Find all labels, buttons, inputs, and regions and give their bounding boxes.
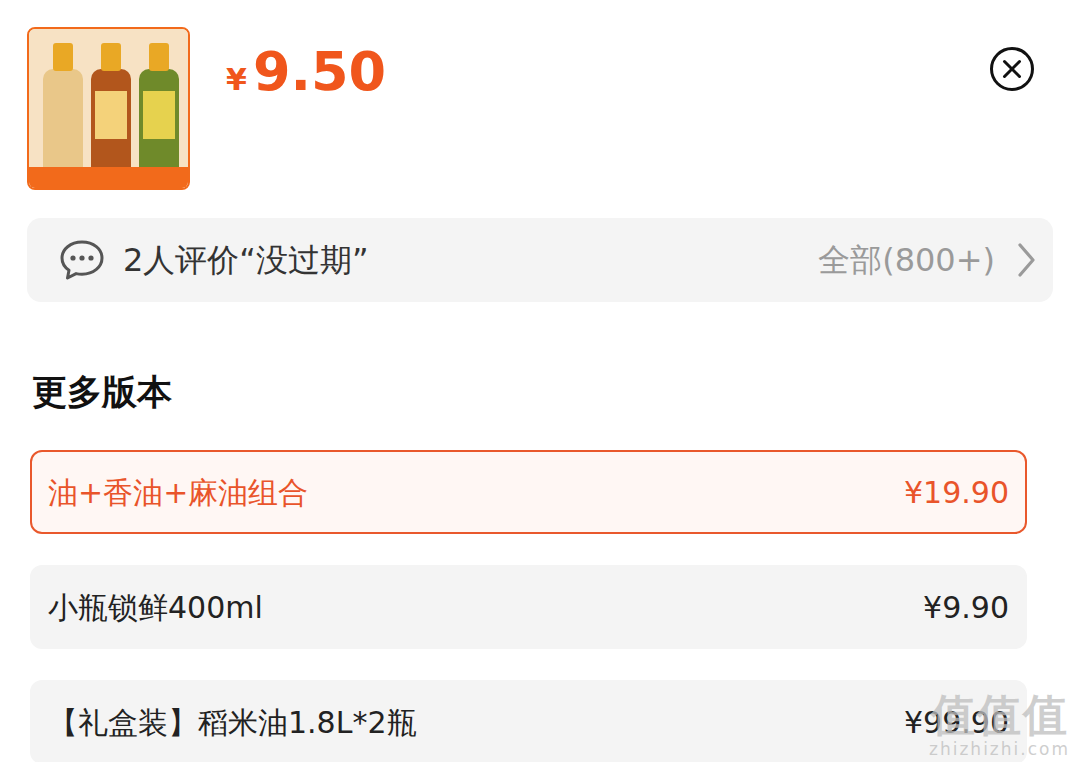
review-summary: 2人评价“没过期” <box>123 236 369 284</box>
version-price: ¥19.90 <box>904 470 1009 515</box>
watermark: 值值值 zhizhizhi.com <box>929 693 1070 758</box>
version-option[interactable]: 【礼盒装】稻米油1.8L*2瓶 ¥99.90 <box>30 680 1027 762</box>
chat-bubble-icon <box>59 239 105 281</box>
product-price: ¥9.50 <box>226 45 386 99</box>
all-reviews-link[interactable]: 全部(800+) <box>818 236 995 284</box>
version-price: ¥99.90 <box>904 700 1009 745</box>
review-bar[interactable]: 2人评价“没过期” 全部(800+) <box>27 218 1053 302</box>
chevron-right-icon[interactable] <box>1013 240 1039 280</box>
version-label: 油+香油+麻油组合 <box>48 470 308 515</box>
version-label: 【礼盒装】稻米油1.8L*2瓶 <box>48 700 417 745</box>
product-header: ¥9.50 <box>0 0 1080 190</box>
price-amount: 9.50 <box>253 40 386 103</box>
version-option[interactable]: 油+香油+麻油组合 ¥19.90 <box>30 450 1027 534</box>
watermark-logo: 值值值 <box>929 693 1070 737</box>
version-option[interactable]: 小瓶锁鲜400ml ¥9.90 <box>30 565 1027 649</box>
version-price: ¥9.90 <box>923 585 1009 630</box>
currency-symbol: ¥ <box>226 62 247 97</box>
watermark-site: zhizhizhi.com <box>929 741 1070 758</box>
product-image <box>27 27 190 190</box>
version-list: 油+香油+麻油组合 ¥19.90 小瓶锁鲜400ml ¥9.90 【礼盒装】稻米油1.8… <box>30 450 1027 762</box>
version-label: 小瓶锁鲜400ml <box>48 585 263 630</box>
versions-title: 更多版本 <box>32 370 1080 414</box>
close-icon[interactable] <box>989 46 1035 92</box>
